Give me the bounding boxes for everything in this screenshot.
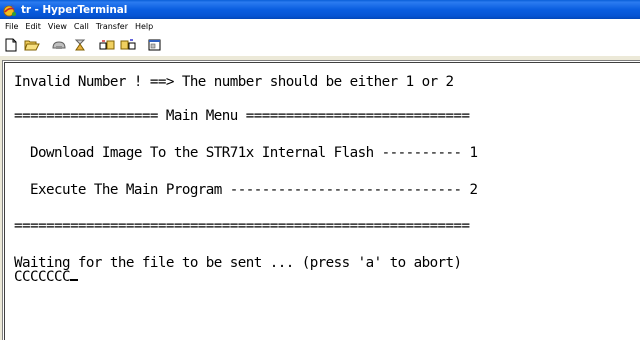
menu-view[interactable]: View: [45, 19, 70, 34]
hyperterminal-window: tr - HyperTerminal File Edit View Call T…: [0, 0, 640, 340]
title-bar[interactable]: tr - HyperTerminal: [0, 0, 640, 19]
open-icon[interactable]: [23, 36, 40, 53]
window-title: tr - HyperTerminal: [21, 3, 128, 16]
progress-chars: CCCCCCC: [14, 269, 71, 285]
menu-file[interactable]: File: [2, 19, 21, 34]
terminal-line-progress: CCCCCCC: [14, 269, 78, 285]
terminal-line-error: Invalid Number ! ==> The number should b…: [14, 74, 454, 90]
terminal-line-waiting: Waiting for the file to be sent ... (pre…: [14, 255, 462, 271]
menu-help[interactable]: Help: [132, 19, 156, 34]
menu-bar: File Edit View Call Transfer Help: [0, 19, 640, 34]
menu-transfer[interactable]: Transfer: [93, 19, 131, 34]
connect-icon[interactable]: [50, 36, 67, 53]
new-icon[interactable]: [2, 36, 19, 53]
toolbar: [0, 34, 640, 56]
terminal-frame: Invalid Number ! ==> The number should b…: [2, 60, 640, 340]
send-icon[interactable]: [98, 36, 115, 53]
terminal-screen[interactable]: Invalid Number ! ==> The number should b…: [4, 62, 640, 340]
text-cursor: [69, 279, 78, 281]
menu-call[interactable]: Call: [71, 19, 92, 34]
terminal-line-menu-header: ================== Main Menu ===========…: [14, 108, 470, 124]
properties-icon[interactable]: [146, 36, 163, 53]
receive-icon[interactable]: [119, 36, 136, 53]
disconnect-icon[interactable]: [71, 36, 88, 53]
terminal-line-option-1: Download Image To the STR71x Internal Fl…: [14, 145, 478, 161]
menu-edit[interactable]: Edit: [22, 19, 44, 34]
hyperterminal-app-icon[interactable]: [3, 3, 17, 17]
terminal-line-option-2: Execute The Main Program ---------------…: [14, 182, 478, 198]
terminal-line-separator: ========================================…: [14, 218, 470, 234]
